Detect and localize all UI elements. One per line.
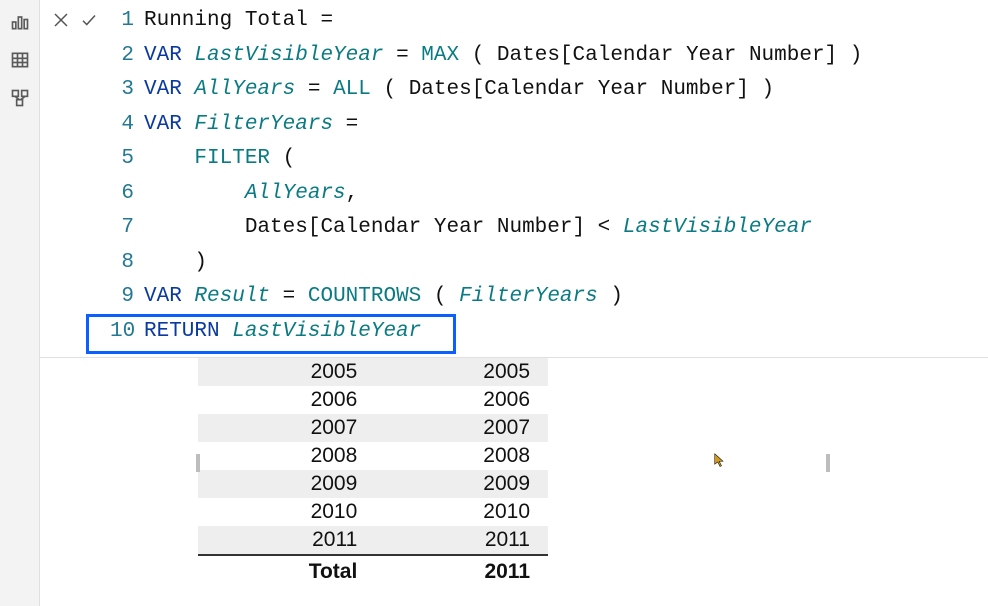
table-row[interactable]: 20062006 xyxy=(198,386,548,414)
table-row[interactable]: 20072007 xyxy=(198,414,548,442)
code-text: ( xyxy=(434,285,459,308)
cell: 2011 xyxy=(198,526,375,555)
cell: 2005 xyxy=(198,358,375,386)
code-text: ( Dates[Calendar Year Number] ) xyxy=(472,44,863,67)
table-row[interactable]: 20052005 xyxy=(198,358,548,386)
variable: Result xyxy=(194,285,282,308)
code-text: Dates[Calendar Year Number] < xyxy=(245,216,623,239)
indent xyxy=(144,251,194,274)
model-view-icon[interactable] xyxy=(10,88,30,108)
code-line-5: 5 FILTER ( xyxy=(110,142,988,177)
operator: = xyxy=(320,9,333,32)
variable: AllYears xyxy=(194,78,307,101)
cell: 2008 xyxy=(198,442,375,470)
code-text: ( Dates[Calendar Year Number] ) xyxy=(383,78,774,101)
cell: 2009 xyxy=(375,470,548,498)
code-line-2: 2VAR LastVisibleYear = MAX ( Dates[Calen… xyxy=(110,39,988,74)
line-number: 6 xyxy=(110,177,144,212)
variable: LastVisibleYear xyxy=(232,320,421,343)
variable: LastVisibleYear xyxy=(623,216,812,239)
cell: 2006 xyxy=(375,386,548,414)
cell: 2010 xyxy=(198,498,375,526)
total-value: 2011 xyxy=(375,555,548,586)
cell: 2007 xyxy=(375,414,548,442)
cell: 2011 xyxy=(375,526,548,555)
code-text: ( xyxy=(283,147,296,170)
table-visual[interactable]: 20052005 20062006 20072007 20082008 2009… xyxy=(198,358,828,586)
operator: = xyxy=(283,285,308,308)
report-view-icon[interactable] xyxy=(10,12,30,32)
code-text: ) xyxy=(194,251,207,274)
line-number: 10 xyxy=(110,315,144,350)
cell: 2010 xyxy=(375,498,548,526)
cell: 2005 xyxy=(375,358,548,386)
function: COUNTROWS xyxy=(308,285,434,308)
indent xyxy=(144,182,245,205)
keyword: VAR xyxy=(144,78,194,101)
total-label: Total xyxy=(198,555,375,586)
code-line-3: 3VAR AllYears = ALL ( Dates[Calendar Yea… xyxy=(110,73,988,108)
cancel-button[interactable] xyxy=(52,11,70,29)
table-row[interactable]: 20102010 xyxy=(198,498,548,526)
formula-controls xyxy=(40,0,110,32)
table-row[interactable]: 20092009 xyxy=(198,470,548,498)
keyword: RETURN xyxy=(144,320,232,343)
scroll-handle-left[interactable] xyxy=(196,454,200,472)
variable: LastVisibleYear xyxy=(194,44,396,67)
code-line-4: 4VAR FilterYears = xyxy=(110,108,988,143)
variable: FilterYears xyxy=(194,113,345,136)
keyword: VAR xyxy=(144,113,194,136)
scroll-handle-right[interactable] xyxy=(826,454,830,472)
variable: FilterYears xyxy=(459,285,610,308)
cell: 2008 xyxy=(375,442,548,470)
indent xyxy=(144,216,245,239)
function: MAX xyxy=(421,44,471,67)
measure-name: Running Total xyxy=(144,9,320,32)
cursor-icon xyxy=(714,453,726,469)
cell: 2006 xyxy=(198,386,375,414)
keyword: VAR xyxy=(144,285,194,308)
cell: 2009 xyxy=(198,470,375,498)
view-rail xyxy=(0,0,40,606)
operator: = xyxy=(346,113,359,136)
cell: 2007 xyxy=(198,414,375,442)
line-number: 1 xyxy=(110,4,144,39)
code-line-6: 6 AllYears, xyxy=(110,177,988,212)
variable: AllYears xyxy=(245,182,346,205)
function: ALL xyxy=(333,78,383,101)
operator: = xyxy=(396,44,421,67)
line-number: 4 xyxy=(110,108,144,143)
line-number: 2 xyxy=(110,39,144,74)
code-line-7: 7 Dates[Calendar Year Number] < LastVisi… xyxy=(110,211,988,246)
code-line-8: 8 ) xyxy=(110,246,988,281)
formula-bar: 1Running Total = 2VAR LastVisibleYear = … xyxy=(40,0,988,358)
report-canvas[interactable]: 20052005 20062006 20072007 20082008 2009… xyxy=(40,358,988,606)
keyword: VAR xyxy=(144,44,194,67)
function: FILTER xyxy=(194,147,282,170)
main-area: 1Running Total = 2VAR LastVisibleYear = … xyxy=(40,0,988,606)
indent xyxy=(144,147,194,170)
line-number: 3 xyxy=(110,73,144,108)
line-number: 7 xyxy=(110,211,144,246)
line-number: 5 xyxy=(110,142,144,177)
code-line-1: 1Running Total = xyxy=(110,4,988,39)
table-total-row: Total2011 xyxy=(198,555,548,586)
data-view-icon[interactable] xyxy=(10,50,30,70)
code-line-10: 10RETURN LastVisibleYear xyxy=(110,315,988,350)
code-text: , xyxy=(346,182,359,205)
operator: = xyxy=(308,78,333,101)
line-number: 9 xyxy=(110,280,144,315)
commit-button[interactable] xyxy=(80,11,98,29)
table-row[interactable]: 20082008 xyxy=(198,442,548,470)
data-table: 20052005 20062006 20072007 20082008 2009… xyxy=(198,358,548,586)
table-row[interactable]: 20112011 xyxy=(198,526,548,555)
line-number: 8 xyxy=(110,246,144,281)
dax-editor[interactable]: 1Running Total = 2VAR LastVisibleYear = … xyxy=(110,0,988,357)
code-line-9: 9VAR Result = COUNTROWS ( FilterYears ) xyxy=(110,280,988,315)
code-text: ) xyxy=(610,285,623,308)
